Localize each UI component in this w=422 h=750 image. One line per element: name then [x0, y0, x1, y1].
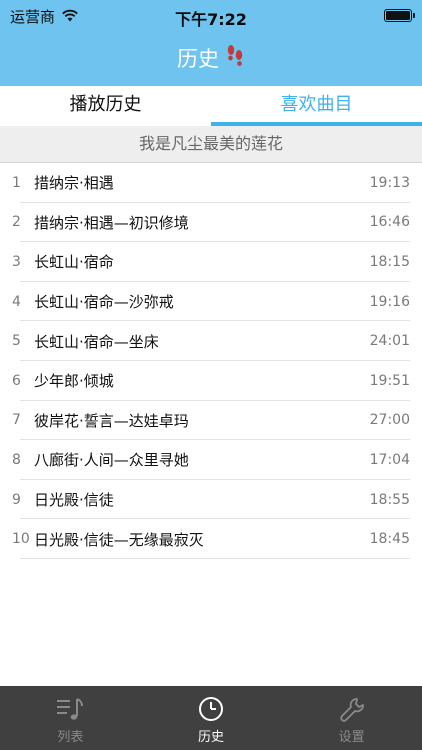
track-row[interactable]: 8 八廊街·人间—众里寻她 17:04: [0, 440, 422, 480]
track-index: 1: [12, 174, 21, 191]
track-title: 少年郎·倾城: [34, 372, 114, 391]
tab-favorite-tracks[interactable]: 喜欢曲目: [211, 86, 422, 126]
track-duration: 27:00: [369, 412, 410, 429]
track-title: 日光殿·信徒: [34, 491, 114, 510]
track-row[interactable]: 9 日光殿·信徒 18:55: [0, 480, 422, 520]
tabbar-label-history: 历史: [198, 730, 225, 745]
tabbar-item-history[interactable]: 历史: [141, 686, 282, 750]
track-row[interactable]: 7 彼岸花·誓言—达娃卓玛 27:00: [0, 401, 422, 441]
tab-play-history[interactable]: 播放历史: [0, 86, 211, 126]
track-title: 日光殿·信徒—无缘最寂灭: [34, 530, 204, 549]
tabbar-item-list[interactable]: 列表: [0, 686, 141, 750]
track-title: 长虹山·宿命: [34, 253, 114, 272]
track-duration: 18:55: [369, 491, 410, 508]
track-duration: 19:13: [369, 174, 410, 191]
clock-icon: [199, 697, 223, 721]
header: 运营商 下午7:22 历史: [0, 0, 422, 86]
track-index: 6: [12, 372, 21, 389]
track-duration: 17:04: [369, 451, 410, 468]
track-index: 2: [12, 214, 21, 231]
battery-fill: [386, 11, 410, 20]
track-index: 8: [12, 451, 21, 468]
track-title: 长虹山·宿命—沙弥戒: [34, 293, 174, 312]
track-index: 7: [12, 412, 21, 429]
wrench-icon: [339, 698, 364, 722]
track-duration: 19:51: [369, 372, 410, 389]
track-row[interactable]: 2 措纳宗·相遇—初识修境 16:46: [0, 203, 422, 243]
music-list-icon: [57, 698, 84, 720]
track-row[interactable]: 4 长虹山·宿命—沙弥戒 19:16: [0, 282, 422, 322]
track-row[interactable]: 6 少年郎·倾城 19:51: [0, 361, 422, 401]
track-index: 4: [12, 293, 21, 310]
track-duration: 19:16: [369, 293, 410, 310]
album-section-header: 我是凡尘最美的莲花: [0, 126, 422, 162]
status-bar: 运营商 下午7:22: [0, 0, 422, 30]
footprints-icon: [225, 44, 245, 72]
track-index: 3: [12, 253, 21, 270]
tabbar-item-settings[interactable]: 设置: [281, 686, 422, 750]
track-duration: 18:45: [369, 531, 410, 548]
track-row[interactable]: 1 措纳宗·相遇 19:13: [0, 163, 422, 203]
track-row[interactable]: 3 长虹山·宿命 18:15: [0, 242, 422, 282]
tabbar-label-settings: 设置: [338, 730, 365, 745]
track-duration: 16:46: [369, 214, 410, 231]
track-index: 5: [12, 333, 21, 350]
track-row[interactable]: 10 日光殿·信徒—无缘最寂灭 18:45: [0, 519, 422, 559]
track-duration: 24:01: [369, 333, 410, 350]
bottom-tab-bar: 列表 历史 设置: [0, 686, 422, 750]
tabbar-label-list: 列表: [57, 730, 84, 745]
track-title: 长虹山·宿命—坐床: [34, 332, 159, 351]
track-index: 10: [12, 531, 30, 548]
page-title: 历史: [177, 47, 219, 71]
track-title: 措纳宗·相遇: [34, 174, 114, 193]
track-row[interactable]: 5 长虹山·宿命—坐床 24:01: [0, 321, 422, 361]
track-title: 八廊街·人间—众里寻她: [34, 451, 189, 470]
battery-icon: [384, 9, 415, 22]
track-list: 1 措纳宗·相遇 19:13 2 措纳宗·相遇—初识修境 16:46 3 长虹山…: [0, 163, 422, 559]
track-duration: 18:15: [369, 253, 410, 270]
nav-bar: 历史: [0, 40, 422, 76]
track-title: 措纳宗·相遇—初识修境: [34, 213, 189, 232]
track-title: 彼岸花·誓言—达娃卓玛: [34, 411, 189, 430]
segment-tabs: 播放历史 喜欢曲目: [0, 86, 422, 126]
track-index: 9: [12, 491, 21, 508]
status-time: 下午7:22: [175, 10, 247, 29]
